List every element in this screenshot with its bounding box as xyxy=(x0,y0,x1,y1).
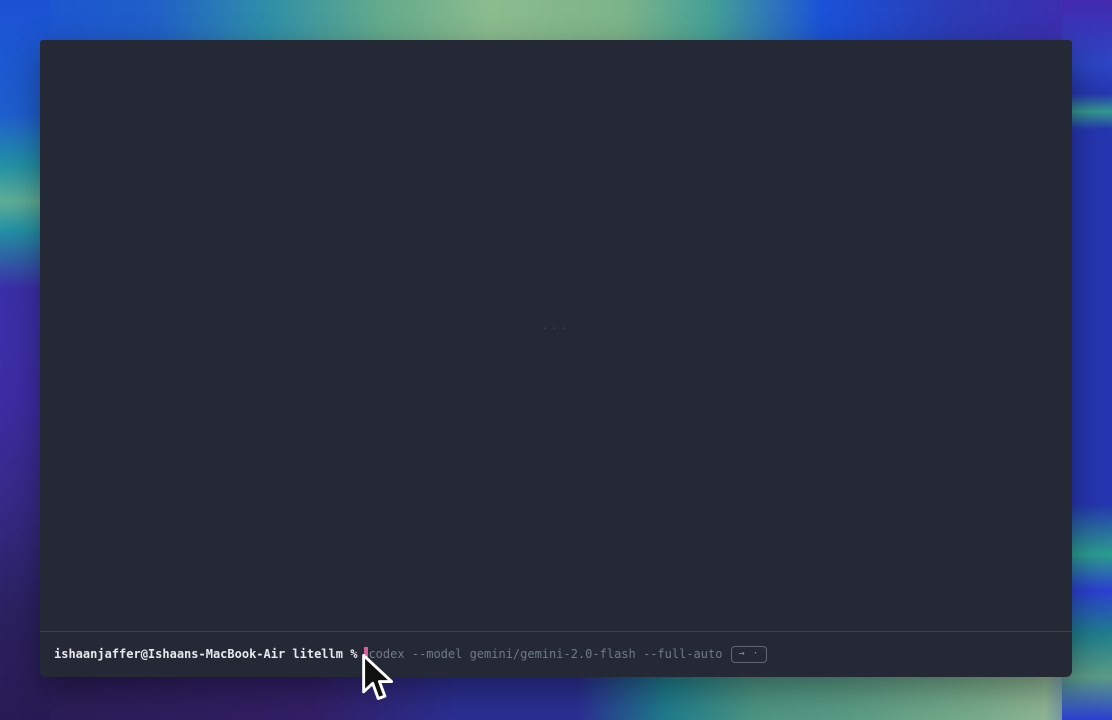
shell-prompt: ishaanjaffer@Ishaans-MacBook-Air litellm… xyxy=(54,646,357,662)
wallpaper-bottom-band xyxy=(0,670,1112,720)
terminal-divider xyxy=(40,631,1072,632)
autosuggestion-text: codex --model gemini/gemini-2.0-flash --… xyxy=(368,646,722,662)
terminal-loading-ellipsis: ··· xyxy=(40,322,1072,335)
terminal-window[interactable]: ··· ishaanjaffer@Ishaans-MacBook-Air lit… xyxy=(40,40,1072,677)
mouse-pointer-icon xyxy=(360,653,394,704)
accept-suggestion-hint-badge: → · xyxy=(731,646,766,663)
command-input-line[interactable]: ishaanjaffer@Ishaans-MacBook-Air litellm… xyxy=(54,644,767,664)
